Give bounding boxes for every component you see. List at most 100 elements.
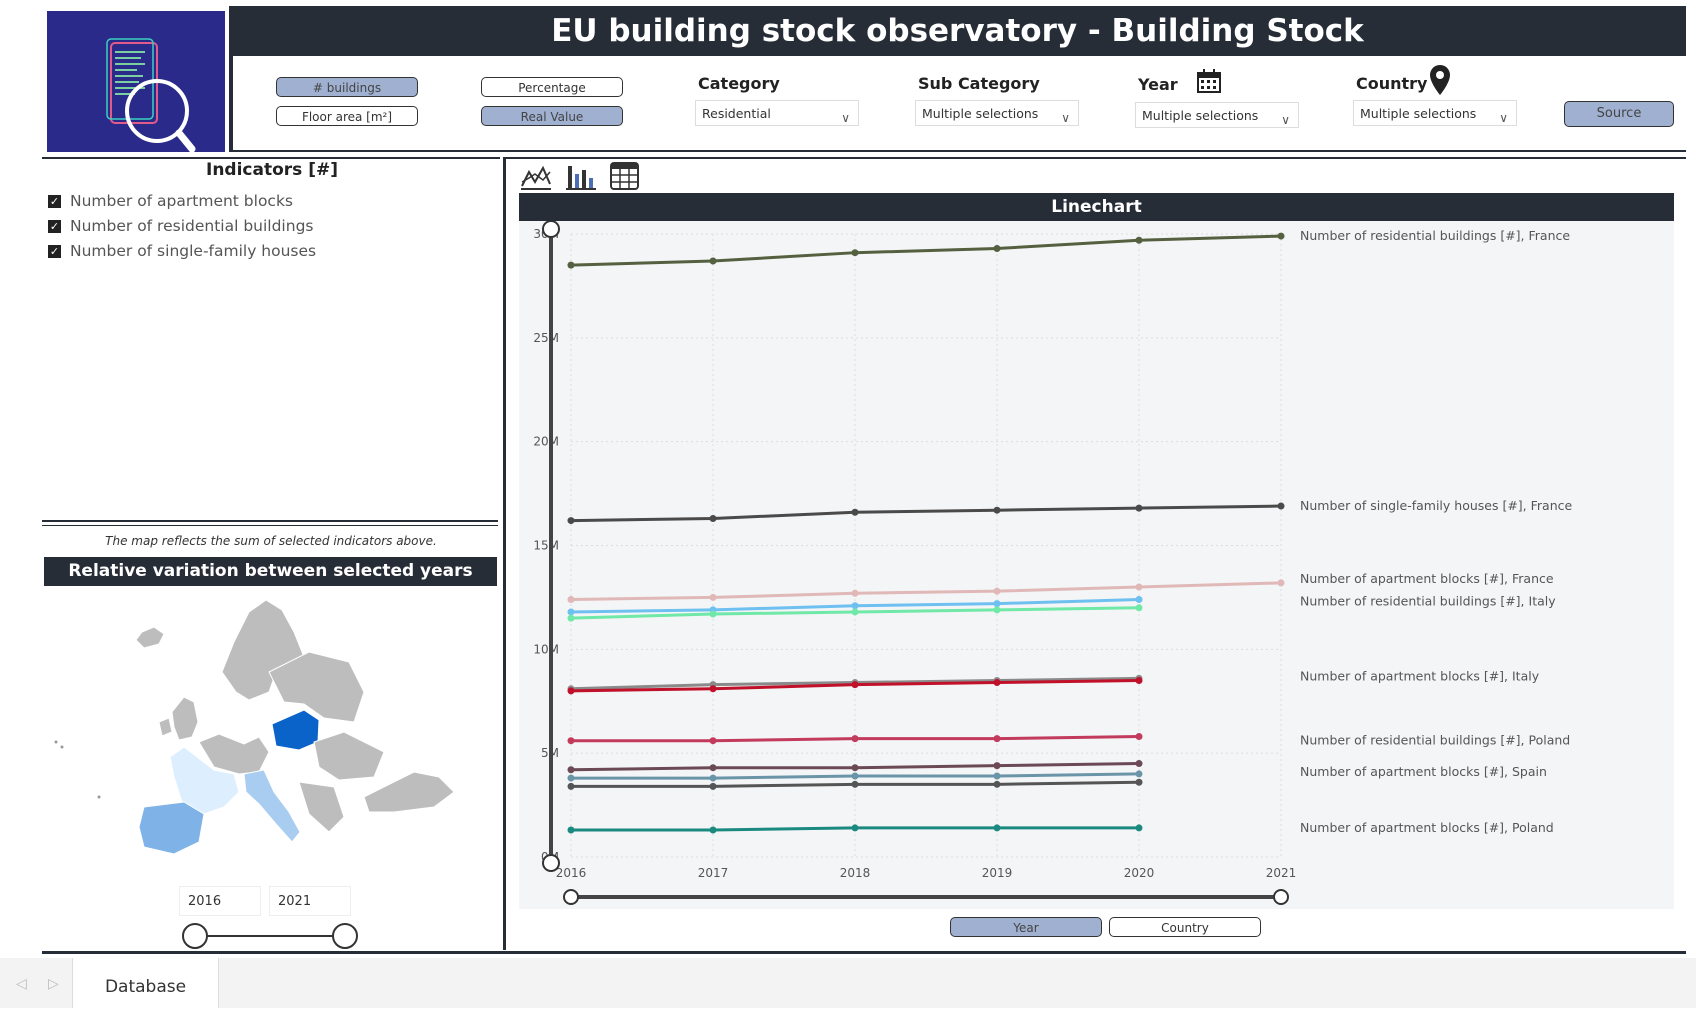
series-line <box>570 234 1282 267</box>
header-divider <box>229 150 1686 152</box>
checkbox-checked-icon[interactable]: ✓ <box>48 194 61 208</box>
chart-panel-top-rule <box>506 157 1686 159</box>
y-tick-label: 15M <box>533 539 559 553</box>
data-point <box>851 824 859 832</box>
data-point <box>1135 583 1143 591</box>
table-icon[interactable] <box>609 160 641 192</box>
data-point <box>993 587 1001 595</box>
data-point <box>1277 579 1285 587</box>
indicator-item-apartment-blocks[interactable]: ✓ Number of apartment blocks <box>48 192 293 210</box>
data-point <box>851 589 859 597</box>
left-panel-top-rule <box>42 157 500 159</box>
calendar-icon <box>1197 69 1221 93</box>
buildings-toggle-button[interactable]: # buildings <box>276 77 418 97</box>
y-tick-label: 20M <box>533 435 559 449</box>
data-point <box>709 257 717 265</box>
page-title: EU building stock observatory - Building… <box>229 6 1686 56</box>
data-point <box>851 508 859 516</box>
y-tick-label: 10M <box>533 642 559 656</box>
axis-year-button[interactable]: Year <box>950 917 1102 937</box>
indicator-label: Number of apartment blocks <box>70 192 294 210</box>
data-point <box>1135 733 1143 741</box>
category-value: Residential <box>702 106 771 121</box>
x-range-slider-handle <box>1273 889 1289 905</box>
data-point <box>709 610 717 618</box>
data-point <box>1135 676 1143 684</box>
data-point <box>567 517 575 525</box>
data-point <box>993 762 1001 770</box>
checkbox-checked-icon[interactable]: ✓ <box>48 244 61 258</box>
chart-title: Linechart <box>519 193 1674 221</box>
year-dropdown[interactable]: Multiple selections ∨ <box>1135 102 1299 128</box>
page-tab-bar <box>0 958 1696 1008</box>
tab-database[interactable]: Database <box>72 958 219 1008</box>
tab-scroll-right-icon[interactable]: ▷ <box>48 976 59 992</box>
year-from-input[interactable]: 2016 <box>179 886 261 916</box>
panel-divider <box>503 157 506 950</box>
series-label: Number of residential buildings [#], Fra… <box>1300 228 1570 243</box>
slider-handle-start <box>182 923 208 949</box>
year-range-slider[interactable] <box>180 920 360 952</box>
data-point <box>709 685 717 693</box>
series-label: Number of residential buildings [#], Ita… <box>1300 594 1556 609</box>
line-chart[interactable]: 0M5M10M15M20M25M30M201620172018201920202… <box>519 221 1674 909</box>
source-button[interactable]: Source <box>1564 101 1674 127</box>
data-point <box>709 593 717 601</box>
data-point <box>567 737 575 745</box>
category-dropdown[interactable]: Residential ∨ <box>695 100 859 126</box>
series-label: Number of apartment blocks [#], Spain <box>1300 764 1547 779</box>
data-point <box>709 826 717 834</box>
app-logo <box>47 11 225 153</box>
data-point <box>567 826 575 834</box>
x-range-slider-handle <box>563 889 579 905</box>
series-line <box>570 504 1282 523</box>
data-point <box>993 824 1001 832</box>
data-point <box>993 600 1001 608</box>
x-tick-label: 2018 <box>840 866 871 880</box>
data-point <box>1135 504 1143 512</box>
data-point <box>709 515 717 523</box>
tab-scroll-left-icon[interactable]: ◁ <box>16 976 27 992</box>
data-point <box>709 764 717 772</box>
country-dropdown[interactable]: Multiple selections ∨ <box>1353 100 1517 126</box>
series-label: Number of single-family houses [#], Fran… <box>1300 498 1573 513</box>
data-point <box>709 737 717 745</box>
barchart-icon[interactable] <box>564 160 598 192</box>
indicator-item-single-family-houses[interactable]: ✓ Number of single-family houses <box>48 242 316 260</box>
checkbox-checked-icon[interactable]: ✓ <box>48 219 61 233</box>
data-point <box>1135 778 1143 786</box>
data-point <box>567 595 575 603</box>
data-point <box>993 245 1001 253</box>
subcategory-dropdown[interactable]: Multiple selections ∨ <box>915 100 1079 126</box>
data-point <box>851 608 859 616</box>
year-value: Multiple selections <box>1142 108 1259 123</box>
y-tick-label: 25M <box>533 331 559 345</box>
data-point <box>851 602 859 610</box>
map-section-rule <box>42 520 498 522</box>
data-point <box>1135 604 1143 612</box>
data-point <box>1135 595 1143 603</box>
year-to-input[interactable]: 2021 <box>269 886 351 916</box>
slider-handle-end <box>332 923 358 949</box>
data-point <box>1277 232 1285 240</box>
floor-area-toggle-button[interactable]: Floor area [m²] <box>276 106 418 126</box>
europe-map[interactable] <box>44 592 500 872</box>
data-point <box>1135 236 1143 244</box>
location-pin-icon <box>1430 65 1450 95</box>
axis-country-button[interactable]: Country <box>1109 917 1261 937</box>
data-point <box>993 735 1001 743</box>
indicator-item-residential-buildings[interactable]: ✓ Number of residential buildings <box>48 217 313 235</box>
real-value-toggle-button[interactable]: Real Value <box>481 106 623 126</box>
series-line <box>570 581 1282 601</box>
data-point <box>567 608 575 616</box>
iceland-region <box>135 626 165 649</box>
subcategory-value: Multiple selections <box>922 106 1039 121</box>
data-point <box>567 614 575 622</box>
map-title: Relative variation between selected year… <box>44 557 497 586</box>
data-point <box>851 681 859 689</box>
country-value: Multiple selections <box>1360 106 1477 121</box>
linechart-icon[interactable] <box>519 160 553 192</box>
map-note: The map reflects the sum of selected ind… <box>105 534 437 548</box>
italy-region <box>243 769 301 843</box>
percentage-toggle-button[interactable]: Percentage <box>481 77 623 97</box>
